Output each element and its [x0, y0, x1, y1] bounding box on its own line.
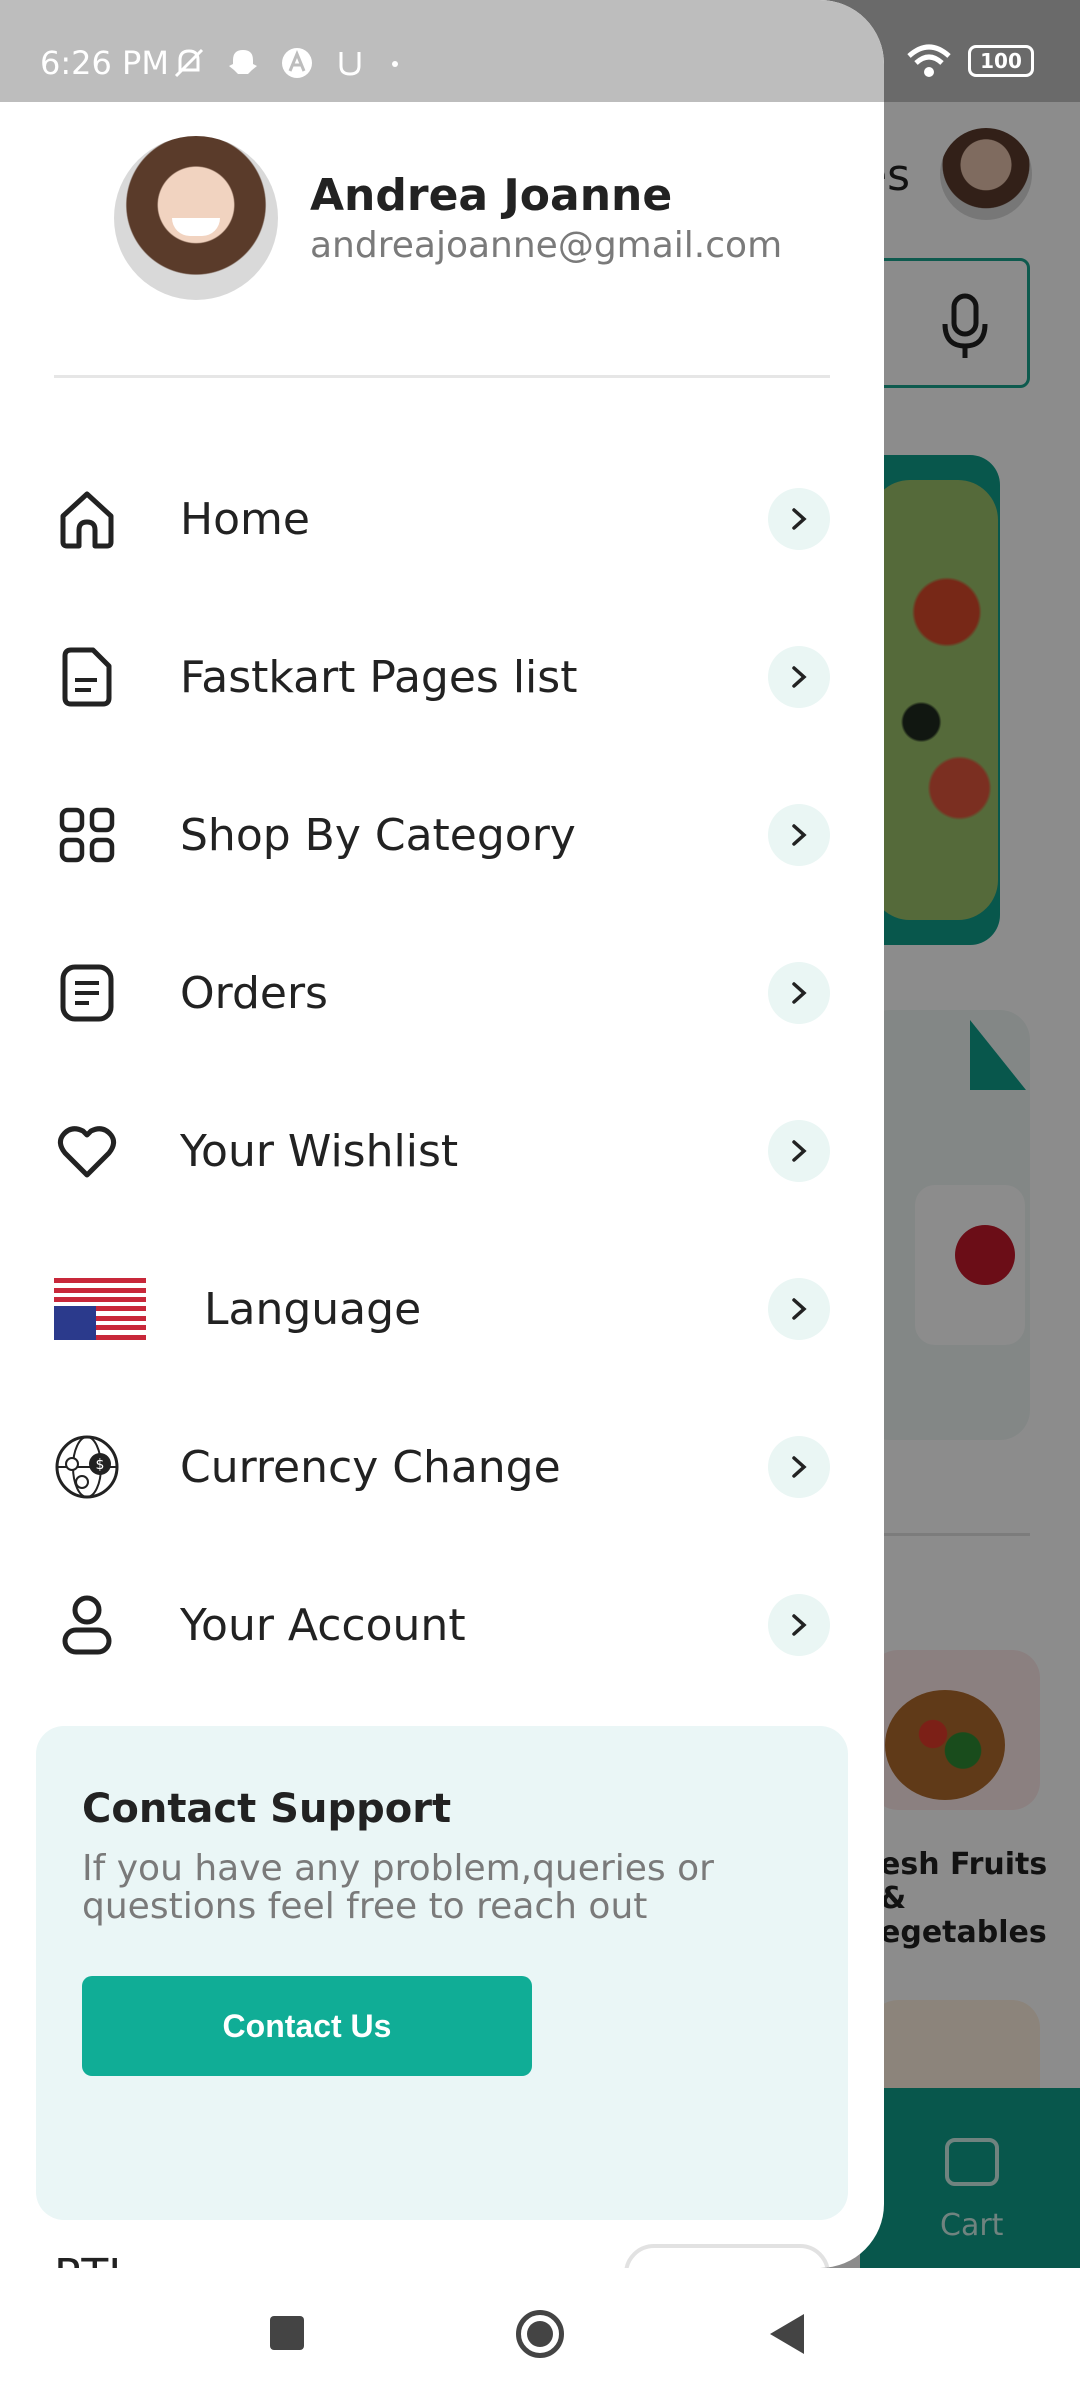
wifi-icon: [907, 44, 951, 77]
profile-text: Andrea Joanne andreajoanne@gmail.com: [310, 170, 782, 266]
home-icon: [54, 486, 120, 552]
chevron-right-icon: [768, 646, 830, 708]
menu-item-language[interactable]: Language: [0, 1230, 884, 1388]
contact-us-button[interactable]: Contact Us: [82, 1976, 532, 2076]
heart-icon: [54, 1118, 120, 1184]
navigation-drawer: 6:26 PM Andrea Joanne andreajoanne@gmail…: [0, 0, 884, 2268]
svg-text:$: $: [96, 1457, 105, 1473]
battery-icon: 100: [968, 45, 1034, 77]
snapchat-icon: [229, 50, 258, 74]
menu-label-shop-by-category: Shop By Category: [180, 809, 576, 861]
chevron-right-icon: [768, 1278, 830, 1340]
menu-item-shop-by-category[interactable]: Shop By Category: [0, 756, 884, 914]
currency-globe-icon: $: [54, 1434, 120, 1500]
chevron-right-icon: [768, 804, 830, 866]
u-icon: [339, 52, 361, 76]
chevron-right-icon: [768, 962, 830, 1024]
chevron-right-icon: [768, 1120, 830, 1182]
menu-item-pages-list[interactable]: Fastkart Pages list: [0, 598, 884, 756]
menu-label-currency: Currency Change: [180, 1441, 561, 1493]
chevron-right-icon: [768, 488, 830, 550]
drawer-status-bar: 6:26 PM: [0, 0, 884, 102]
dot-icon: [391, 61, 398, 67]
chevron-right-icon: [768, 1436, 830, 1498]
orders-icon: [54, 960, 120, 1026]
grid-icon: [54, 802, 120, 868]
profile-header[interactable]: Andrea Joanne andreajoanne@gmail.com: [114, 136, 782, 300]
rtl-label: RTL: [54, 2250, 133, 2268]
menu-item-wishlist[interactable]: Your Wishlist: [0, 1072, 884, 1230]
menu-item-home[interactable]: Home: [0, 440, 884, 598]
menu-item-account[interactable]: Your Account: [0, 1546, 884, 1704]
menu-label-orders: Orders: [180, 967, 328, 1019]
back-button[interactable]: [770, 2314, 804, 2354]
menu-label-pages-list: Fastkart Pages list: [180, 651, 578, 703]
support-text: If you have any problem,queries or quest…: [82, 1848, 714, 1927]
home-button[interactable]: [516, 2310, 564, 2358]
menu-item-orders[interactable]: Orders: [0, 914, 884, 1072]
drawer-menu: Home Fastkart Pages list Shop By Categor…: [0, 440, 884, 1704]
menu-label-wishlist: Your Wishlist: [180, 1125, 459, 1177]
menu-label-language: Language: [204, 1283, 422, 1335]
status-time: 6:26 PM: [40, 44, 169, 82]
menu-label-home: Home: [180, 493, 310, 545]
home-button-inner: [527, 2321, 553, 2347]
us-flag-icon: [54, 1276, 146, 1342]
profile-email: andreajoanne@gmail.com: [310, 225, 783, 266]
menu-item-currency[interactable]: $ Currency Change: [0, 1388, 884, 1546]
user-icon: [54, 1592, 120, 1658]
document-icon: [54, 644, 120, 710]
mute-icon: [174, 48, 204, 78]
divider: [54, 375, 830, 378]
app-icon: [282, 48, 313, 78]
profile-name: Andrea Joanne: [310, 170, 673, 221]
recents-button[interactable]: [270, 2316, 304, 2350]
rtl-toggle[interactable]: [624, 2244, 830, 2268]
menu-label-account: Your Account: [180, 1599, 466, 1651]
notification-icons: [172, 42, 405, 80]
contact-support-card: Contact Support If you have any problem,…: [36, 1726, 848, 2220]
support-title: Contact Support: [82, 1786, 452, 1832]
chevron-right-icon: [768, 1594, 830, 1656]
avatar[interactable]: [114, 136, 278, 300]
